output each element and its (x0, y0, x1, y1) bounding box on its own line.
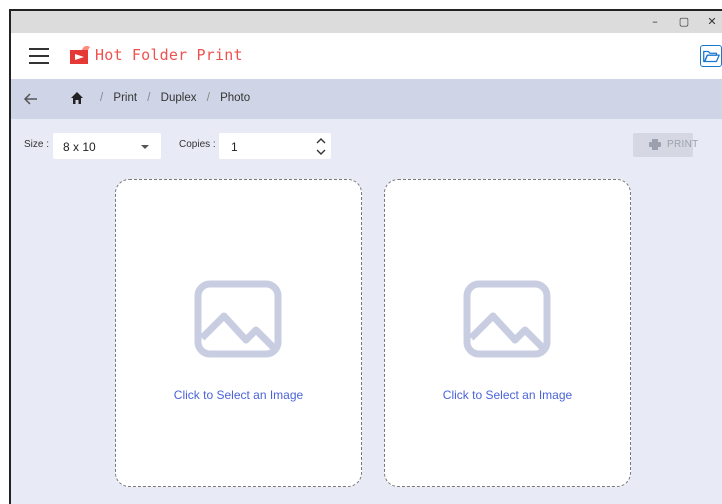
title-bar: – ▢ ✕ (11, 11, 722, 33)
copies-value: 1 (231, 140, 238, 154)
image-placeholder-icon (463, 280, 551, 358)
app-header: Hot Folder Print (11, 33, 722, 79)
print-label: PRINT (667, 139, 699, 150)
breadcrumb-item-print[interactable]: Print (113, 92, 137, 104)
breadcrumb-separator: / (147, 92, 151, 104)
folder-open-icon (703, 50, 720, 63)
maximize-button[interactable]: ▢ (672, 11, 696, 33)
image-select-card-back[interactable]: Click to Select an Image (384, 179, 631, 487)
minimize-button[interactable]: – (643, 11, 667, 33)
copies-stepper[interactable]: 1 (219, 133, 331, 159)
chevron-down-icon[interactable] (315, 147, 327, 157)
breadcrumb-item-photo: Photo (220, 92, 251, 104)
hamburger-menu-icon[interactable] (29, 48, 49, 64)
arrow-left-icon[interactable] (23, 91, 39, 107)
copies-label: Copies : (179, 139, 216, 150)
breadcrumb-separator: / (206, 92, 210, 104)
breadcrumb-separator: / (100, 92, 104, 104)
breadcrumb: / Print / Duplex / Photo (93, 92, 250, 104)
breadcrumb-item-duplex[interactable]: Duplex (161, 92, 197, 104)
hot-folder-print-logo (70, 46, 90, 64)
breadcrumb-bar: / Print / Duplex / Photo (11, 79, 722, 119)
image-placeholder-icon (194, 280, 282, 358)
home-icon[interactable] (70, 91, 84, 105)
chevron-down-icon (141, 145, 149, 149)
select-image-link[interactable]: Click to Select an Image (385, 388, 630, 402)
select-image-link[interactable]: Click to Select an Image (116, 388, 361, 402)
size-select[interactable]: 8 x 10 (53, 133, 161, 159)
close-button[interactable]: ✕ (700, 11, 722, 33)
size-value: 8 x 10 (63, 140, 96, 154)
app-window: – ▢ ✕ Hot Folder Print / Print / Duplex … (9, 9, 722, 504)
app-title: Hot Folder Print (95, 46, 243, 64)
chevron-up-icon[interactable] (315, 136, 327, 146)
image-select-card-front[interactable]: Click to Select an Image (115, 179, 362, 487)
open-folder-button[interactable] (700, 45, 722, 67)
printer-icon (649, 139, 661, 150)
print-button[interactable]: PRINT (633, 133, 698, 157)
size-label: Size : (24, 139, 50, 150)
